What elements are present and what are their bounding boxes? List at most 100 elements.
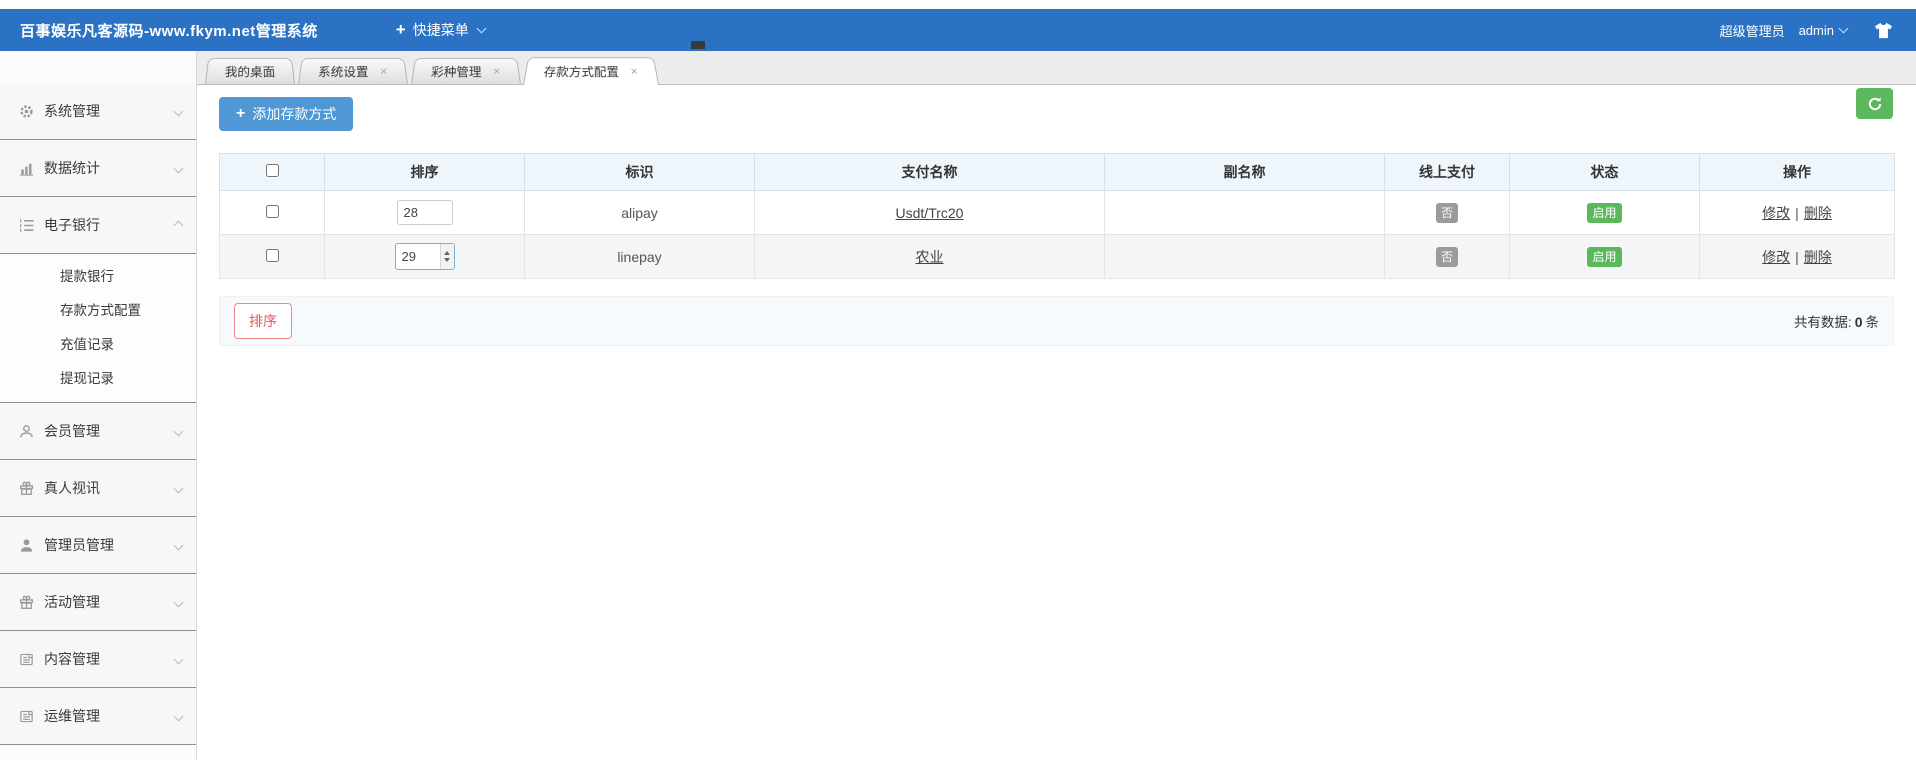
select-all-checkbox[interactable] <box>265 164 279 177</box>
gift-icon <box>18 595 35 610</box>
sidebar-item-content[interactable]: 内容管理 <box>0 631 196 688</box>
row-checkbox[interactable] <box>265 248 279 262</box>
col-header-online: 线上支付 <box>1384 153 1510 191</box>
sidebar-item-label: 内容管理 <box>44 651 100 667</box>
news-icon <box>18 652 35 667</box>
total-unit: 条 <box>1865 315 1880 330</box>
sort-order-input[interactable] <box>396 200 453 225</box>
plus-icon: + <box>236 105 246 122</box>
col-header-status: 状态 <box>1509 153 1700 191</box>
render-artifact <box>691 41 705 49</box>
col-header-actions: 操作 <box>1699 153 1895 191</box>
total-label: 共有数据: <box>1793 315 1852 330</box>
stepper-arrows-icon[interactable] <box>439 244 454 269</box>
ordered-list-icon <box>18 218 35 233</box>
top-header-bar: 百事娱乐凡客源码-www.fkym.net管理系统 + 快捷菜单 超级管理员 a… <box>0 9 1916 51</box>
refresh-button[interactable] <box>1856 88 1893 119</box>
sidebar-item-system[interactable]: 系统管理 <box>0 83 196 140</box>
sidebar-submenu-ebank: 提款银行 存款方式配置 充值记录 提现记录 <box>0 254 196 403</box>
add-button-label: 添加存款方式 <box>252 106 337 122</box>
sidebar: 系统管理 数据统计 电子银行 提款银行 存款方式配置 充值记录 提现记录 会员管… <box>0 51 197 760</box>
tab-deposit-config[interactable]: 存款方式配置 × <box>523 57 659 85</box>
username-menu[interactable]: admin <box>1799 23 1834 38</box>
user-role-label: 超级管理员 <box>1719 23 1785 39</box>
pay-name-link[interactable]: Usdt/Trc20 <box>896 205 964 221</box>
sidebar-item-label: 活动管理 <box>44 594 100 610</box>
status-badge[interactable]: 启用 <box>1587 246 1622 267</box>
col-header-pay-name: 支付名称 <box>754 153 1105 191</box>
sidebar-item-withdraw-bank[interactable]: 提款银行 <box>0 260 196 294</box>
close-icon[interactable]: × <box>492 64 501 78</box>
sidebar-item-label: 会员管理 <box>44 423 100 439</box>
col-header-code: 标识 <box>524 153 755 191</box>
delete-link[interactable]: 删除 <box>1804 249 1832 265</box>
code-cell: alipay <box>524 190 755 235</box>
edit-link[interactable]: 修改 <box>1762 205 1790 221</box>
chevron-down-icon <box>173 711 184 722</box>
news-icon <box>18 709 35 724</box>
apply-sort-button[interactable]: 排序 <box>234 303 292 339</box>
footer-bar: 排序 共有数据: 0 条 <box>219 296 1894 346</box>
sidebar-item-withdraw-records[interactable]: 提现记录 <box>0 362 196 396</box>
sidebar-item-activities[interactable]: 活动管理 <box>0 574 196 631</box>
plus-icon: + <box>395 20 406 39</box>
sidebar-item-label: 数据统计 <box>44 160 100 176</box>
user-filled-icon <box>18 538 35 553</box>
sidebar-item-label: 真人视讯 <box>44 480 100 496</box>
tab-label: 系统设置 <box>317 65 369 80</box>
tab-system-settings[interactable]: 系统设置 × <box>298 58 408 84</box>
app-title: 百事娱乐凡客源码-www.fkym.net管理系统 <box>20 22 318 40</box>
edit-link[interactable]: 修改 <box>1762 249 1790 265</box>
sidebar-item-recharge-records[interactable]: 充值记录 <box>0 328 196 362</box>
main-content: 我的桌面 系统设置 × 彩种管理 × 存款方式配置 × + 添加存款方式 排序 … <box>197 51 1916 760</box>
col-header-sub-name: 副名称 <box>1104 153 1385 191</box>
tab-label: 存款方式配置 <box>543 65 620 80</box>
toolbar: + 添加存款方式 <box>197 85 1916 131</box>
close-icon[interactable]: × <box>630 64 639 78</box>
chevron-down-icon <box>173 540 184 551</box>
separator: | <box>1795 204 1799 221</box>
sub-name-cell <box>1104 234 1385 279</box>
table-row: 29 linepay 农业 否 启用 修改 | 删除 <box>219 234 1895 279</box>
pay-name-link[interactable]: 农业 <box>916 249 944 265</box>
refresh-icon <box>1867 96 1883 112</box>
sidebar-item-label: 系统管理 <box>44 103 100 119</box>
add-deposit-method-button[interactable]: + 添加存款方式 <box>219 97 354 131</box>
stepper-value: 29 <box>401 249 416 264</box>
sidebar-item-label: 运维管理 <box>44 708 100 724</box>
user-outline-icon <box>18 424 35 439</box>
sidebar-item-deposit-config[interactable]: 存款方式配置 <box>0 294 196 328</box>
chevron-down-icon <box>173 597 184 608</box>
sidebar-item-ops[interactable]: 运维管理 <box>0 688 196 745</box>
chevron-down-icon <box>1838 23 1849 34</box>
theme-tshirt-icon[interactable] <box>1873 22 1894 39</box>
quick-menu-label: 快捷菜单 <box>412 22 469 38</box>
delete-link[interactable]: 删除 <box>1804 205 1832 221</box>
chevron-up-icon <box>173 220 184 231</box>
sort-order-stepper[interactable]: 29 <box>394 243 455 270</box>
row-checkbox[interactable] <box>265 204 279 218</box>
sidebar-item-live-video[interactable]: 真人视讯 <box>0 460 196 517</box>
tab-label: 彩种管理 <box>430 65 482 80</box>
sidebar-item-ebank[interactable]: 电子银行 <box>0 197 196 254</box>
total-records-text: 共有数据: 0 条 <box>1794 311 1879 331</box>
sidebar-item-members[interactable]: 会员管理 <box>0 403 196 460</box>
chevron-down-icon <box>173 106 184 117</box>
chevron-down-icon <box>173 163 184 174</box>
bar-chart-icon <box>18 161 35 176</box>
close-icon[interactable]: × <box>380 64 389 78</box>
status-badge[interactable]: 启用 <box>1587 202 1622 223</box>
separator: | <box>1795 248 1799 265</box>
chevron-down-icon <box>173 426 184 437</box>
online-pay-badge[interactable]: 否 <box>1435 246 1458 267</box>
sidebar-item-admins[interactable]: 管理员管理 <box>0 517 196 574</box>
gear-icon <box>18 104 35 119</box>
tab-my-desktop[interactable]: 我的桌面 <box>205 58 296 84</box>
sidebar-item-label: 电子银行 <box>44 217 100 233</box>
sidebar-item-statistics[interactable]: 数据统计 <box>0 140 196 197</box>
tab-lottery-management[interactable]: 彩种管理 × <box>410 58 521 84</box>
total-value: 0 <box>1854 314 1863 330</box>
online-pay-badge[interactable]: 否 <box>1435 202 1458 223</box>
chevron-down-icon <box>173 654 184 665</box>
quick-menu-button[interactable]: + 快捷菜单 <box>395 20 487 40</box>
